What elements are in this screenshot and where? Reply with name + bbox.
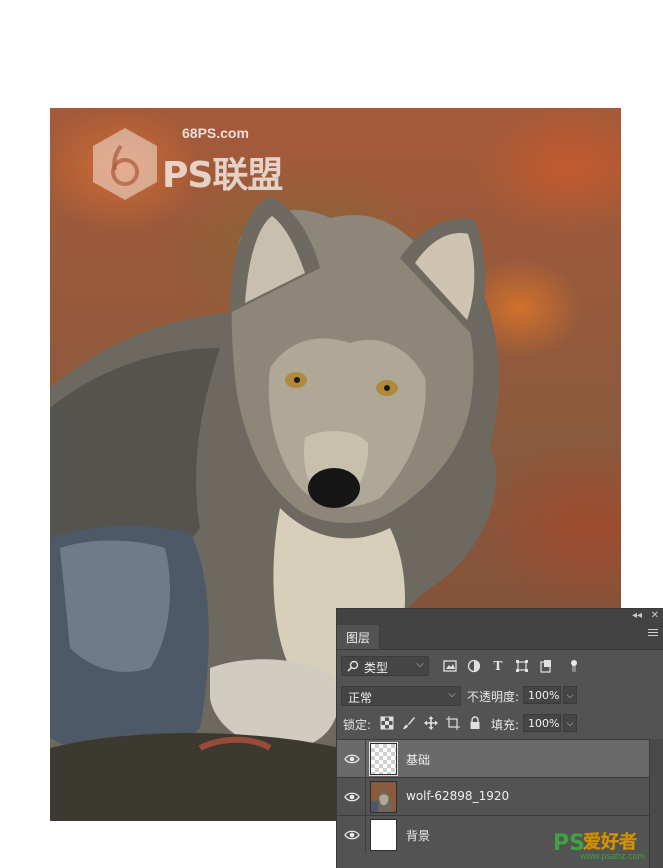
filter-kind-dropdown[interactable]: 类型 ⌵ [341, 656, 429, 676]
panel-titlebar: ◂◂ ✕ [337, 609, 663, 623]
adjustment-filter-icon[interactable] [467, 659, 481, 673]
close-icon[interactable]: ✕ [651, 610, 659, 622]
layer-name[interactable]: 背景 [406, 827, 430, 844]
eye-icon[interactable] [344, 828, 360, 842]
filter-row: 类型 ⌵ T [337, 651, 663, 677]
watermark-brand: PS联盟 [162, 155, 283, 196]
image-filter-icon[interactable] [443, 659, 457, 673]
eye-icon[interactable] [344, 752, 360, 766]
search-icon [347, 660, 359, 672]
move-lock-icon[interactable] [424, 716, 438, 730]
eye-icon[interactable] [344, 790, 360, 804]
site-slogan: 爱好者 [583, 831, 637, 853]
layer-thumbnail [370, 781, 397, 813]
lock-row: 锁定: 填充: 100% ⌵ [337, 711, 663, 737]
site-url: www.psahz.com [580, 851, 646, 861]
tab-layers[interactable]: 图层 [337, 625, 380, 649]
fill-slider-button[interactable]: ⌵ [563, 714, 577, 732]
divider [365, 778, 366, 816]
ps-union-logo [93, 128, 157, 200]
watermark-url: 68PS.com [182, 125, 249, 141]
divider [365, 740, 366, 778]
layer-row-base[interactable]: 基础 [337, 739, 650, 778]
smartobject-filter-icon[interactable] [539, 659, 553, 673]
divider [365, 816, 366, 854]
fill-input[interactable]: 100% [523, 714, 561, 732]
chevron-down-icon: ⌵ [416, 659, 424, 670]
collapse-icon[interactable]: ◂◂ [632, 610, 642, 622]
artboard-lock-icon[interactable] [446, 716, 460, 730]
layer-thumbnail [370, 819, 397, 851]
chevron-down-icon: ⌵ [448, 689, 456, 700]
opacity-input[interactable]: 100% [523, 686, 561, 704]
fill-label: 填充: [491, 718, 520, 732]
blend-mode-value: 正常 [348, 691, 373, 705]
opacity-slider-button[interactable]: ⌵ [563, 686, 577, 704]
blend-mode-dropdown[interactable]: 正常 ⌵ [341, 686, 461, 706]
opacity-label: 不透明度: [467, 690, 520, 704]
brush-lock-icon[interactable] [402, 716, 416, 730]
panel-tab-row: 图层 [337, 623, 663, 650]
filter-toggle-icon[interactable] [567, 659, 581, 673]
blend-row: 正常 ⌵ 不透明度: 100% ⌵ [337, 683, 663, 709]
lock-pixels-icon[interactable] [380, 716, 394, 730]
shape-filter-icon[interactable] [515, 659, 529, 673]
layer-name[interactable]: wolf-62898_1920 [406, 789, 509, 803]
panel-menu-icon[interactable] [648, 629, 658, 638]
lock-all-icon[interactable] [468, 716, 482, 730]
type-filter-icon[interactable]: T [491, 659, 505, 673]
layer-thumbnail [369, 742, 398, 776]
lock-label: 锁定: [343, 718, 372, 732]
layer-row-wolf[interactable]: wolf-62898_1920 [337, 777, 650, 816]
filter-kind-value: 类型 [364, 661, 389, 675]
layer-name[interactable]: 基础 [406, 751, 430, 768]
